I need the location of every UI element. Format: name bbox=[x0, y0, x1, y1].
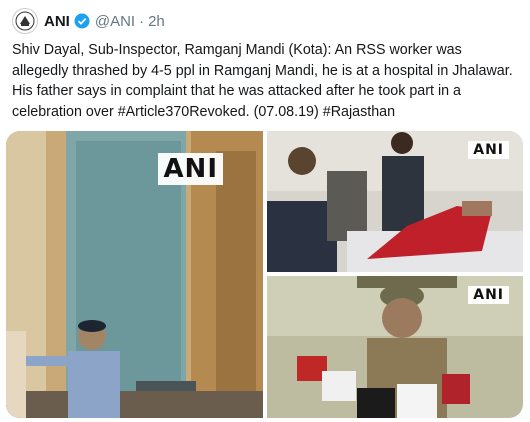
ani-watermark: ANI bbox=[468, 286, 509, 304]
tweet-header: ANI @ANI · 2h bbox=[12, 8, 165, 34]
tweet-media-grid: ANI ANI ANI bbox=[6, 131, 523, 418]
author-handle[interactable]: @ANI bbox=[95, 13, 135, 30]
tweet-text: Shiv Dayal, Sub-Inspector, Ramganj Mandi… bbox=[12, 42, 513, 120]
ani-watermark: ANI bbox=[468, 141, 509, 159]
tweet-timestamp[interactable]: 2h bbox=[148, 13, 165, 30]
photo-patient-bed[interactable]: ANI bbox=[267, 131, 523, 272]
verified-badge-icon bbox=[74, 13, 90, 29]
author-name[interactable]: ANI bbox=[44, 13, 70, 30]
separator-dot: · bbox=[139, 12, 145, 30]
photo-hospital-officer[interactable]: ANI bbox=[6, 131, 263, 418]
photo-police-interview[interactable]: ANI bbox=[267, 276, 523, 418]
ani-logo-icon[interactable] bbox=[12, 8, 38, 34]
ani-watermark: ANI bbox=[158, 153, 223, 185]
